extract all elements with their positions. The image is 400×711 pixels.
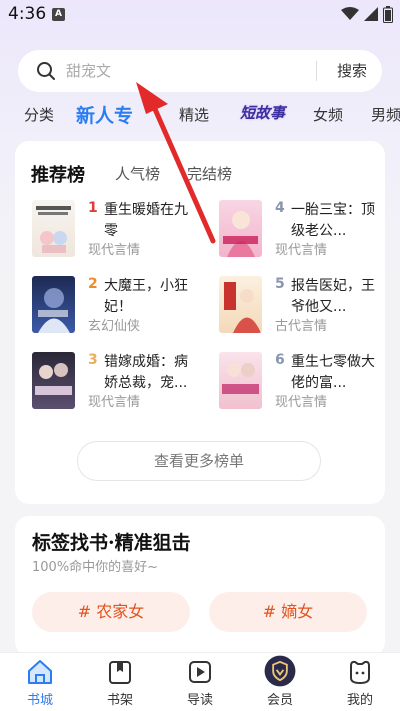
book-item[interactable]: 5 报告医妃，王爷他又... 古代言情: [219, 276, 399, 336]
tab-male[interactable]: 男频: [371, 104, 400, 125]
book-title: 一胎三宝：顶级老公...: [291, 202, 375, 239]
book-genre: 古代言情: [275, 319, 328, 334]
status-time: 4:36: [8, 4, 47, 24]
tag-section-subtitle: 100%命中你的喜好~: [32, 560, 159, 575]
rank-number: 4: [275, 200, 285, 216]
battery-icon: [383, 6, 393, 23]
book-title: 报告医妃，王爷他又...: [291, 278, 375, 315]
book-title: 大魔王，小狂妃！: [104, 278, 188, 315]
signal-icon: [364, 7, 378, 21]
rank-number: 6: [275, 352, 285, 368]
tab-popular-rank[interactable]: 人气榜: [115, 163, 160, 184]
rank-number: 5: [275, 276, 285, 292]
notification-a-icon: A: [52, 8, 65, 21]
tab-featured[interactable]: 精选: [179, 104, 209, 125]
search-button[interactable]: 搜索: [328, 59, 376, 83]
tag-chip[interactable]: # 农家女: [32, 592, 190, 632]
nav-label: 导读: [186, 693, 213, 708]
search-bar[interactable]: 搜索: [18, 50, 382, 92]
nav-label: 我的: [346, 693, 373, 708]
nav-label: 会员: [266, 693, 293, 708]
book-genre: 现代言情: [275, 243, 328, 258]
tag-chip[interactable]: # 嫡女: [209, 592, 367, 632]
book-genre: 现代言情: [88, 395, 141, 410]
book-cover: [32, 352, 75, 409]
vip-shield-icon: [264, 655, 296, 687]
rank-number: 2: [88, 276, 98, 292]
tag-card: 标签找书·精准狙击 100%命中你的喜好~ # 农家女 # 嫡女: [15, 516, 385, 656]
book-genre: 现代言情: [88, 243, 141, 258]
rank-number: 1: [88, 200, 98, 216]
search-icon: [37, 62, 55, 80]
book-cover: [219, 352, 262, 409]
tab-newcomer[interactable]: 新人专: [76, 101, 133, 128]
category-tabs: 分类 新人专 精选 短故事 女频 男频: [0, 100, 400, 130]
nav-vip[interactable]: 会员: [240, 653, 320, 711]
tab-finished-rank[interactable]: 完结榜: [187, 163, 232, 184]
tab-recommend-rank[interactable]: 推荐榜: [31, 161, 85, 187]
wifi-icon: [341, 7, 359, 20]
nav-profile[interactable]: 我的: [320, 653, 400, 711]
book-item[interactable]: 1 重生暖婚在九零 现代言情: [32, 200, 212, 260]
nav-bookshelf[interactable]: 书架: [80, 653, 160, 711]
bookshelf-icon: [109, 661, 131, 684]
book-genre: 玄幻仙侠: [88, 319, 141, 334]
search-input[interactable]: [66, 60, 306, 82]
search-divider: [316, 61, 317, 81]
nav-label: 书城: [26, 693, 53, 708]
view-more-rankings-button[interactable]: 查看更多榜单: [77, 441, 321, 481]
book-title: 重生暖婚在九零: [104, 202, 188, 239]
ranking-card: 推荐榜 人气榜 完结榜 1 重生暖婚在九零 现代言情 4 一胎三宝：顶级老公..…: [15, 141, 385, 504]
book-cover: [32, 200, 75, 257]
tab-female[interactable]: 女频: [313, 104, 343, 125]
book-cover: [219, 200, 262, 257]
status-bar: 4:36 A: [0, 0, 400, 30]
book-title: 重生七零做大佬的富...: [291, 354, 375, 391]
book-item[interactable]: 3 错嫁成婚：病娇总裁，宠... 现代言情: [32, 352, 212, 412]
nav-bookstore[interactable]: 书城: [0, 653, 80, 711]
play-guide-icon: [189, 661, 211, 683]
bottom-nav: 书城 书架 导读 会员 我的: [0, 652, 400, 711]
home-icon: [28, 660, 52, 684]
tab-short-story[interactable]: 短故事: [240, 102, 285, 123]
book-title: 错嫁成婚：病娇总裁，宠...: [104, 354, 188, 391]
book-item[interactable]: 2 大魔王，小狂妃！ 玄幻仙侠: [32, 276, 212, 336]
book-cover: [32, 276, 75, 333]
book-cover: [219, 276, 262, 333]
nav-guide[interactable]: 导读: [160, 653, 240, 711]
book-item[interactable]: 4 一胎三宝：顶级老公... 现代言情: [219, 200, 399, 260]
book-genre: 现代言情: [275, 395, 328, 410]
rank-number: 3: [88, 352, 98, 368]
tag-section-title: 标签找书·精准狙击: [32, 532, 191, 554]
book-item[interactable]: 6 重生七零做大佬的富... 现代言情: [219, 352, 399, 412]
tab-category[interactable]: 分类: [24, 104, 54, 125]
nav-label: 书架: [106, 693, 133, 708]
profile-icon: [350, 660, 370, 684]
